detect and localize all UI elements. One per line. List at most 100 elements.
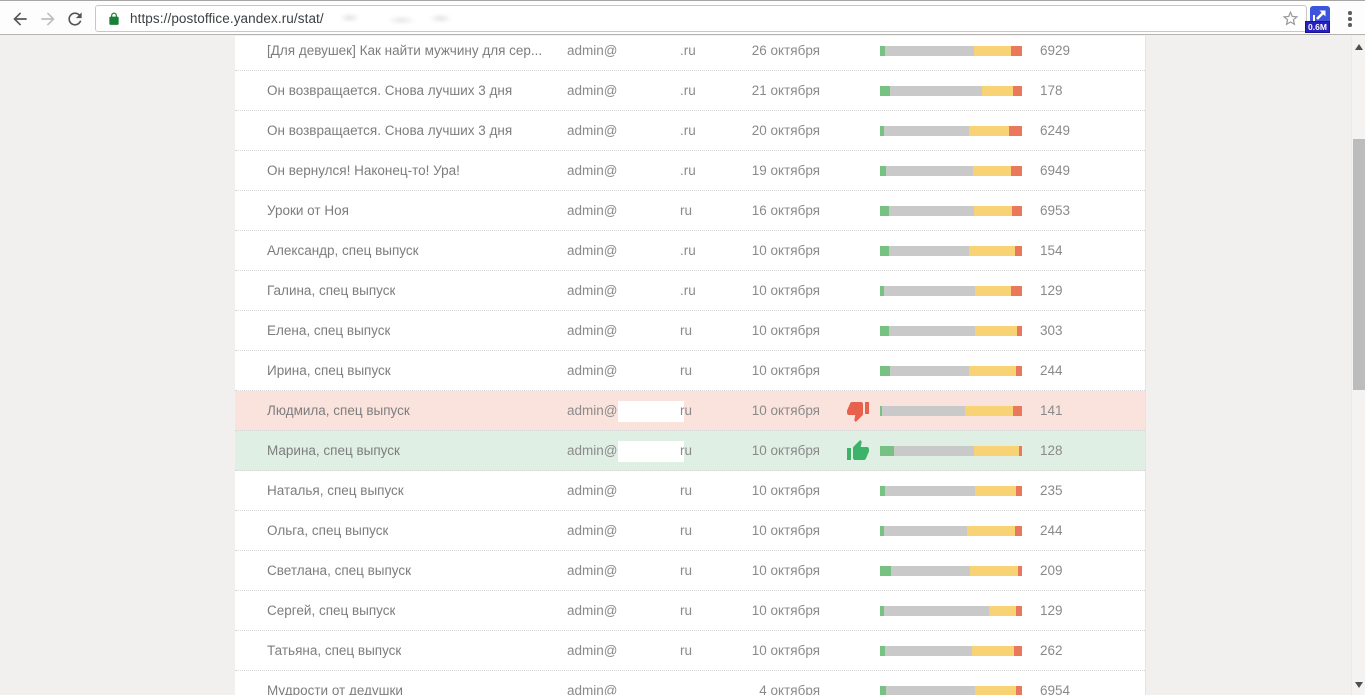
recipient-count: 262 <box>1040 643 1063 658</box>
sentiment-bar <box>880 526 1022 536</box>
thumbs-down-icon[interactable] <box>846 399 870 423</box>
scroll-down-icon[interactable] <box>1355 682 1363 688</box>
table-row[interactable]: Ольга, спец выпуск admin@ ru 10 октября … <box>235 511 1145 551</box>
send-date: 10 октября <box>705 363 820 378</box>
send-date: 10 октября <box>705 403 820 418</box>
bar-segment-green <box>880 446 894 456</box>
sentiment-bar <box>880 446 1022 456</box>
stats-panel: [Для девушек] Как найти мужчину для сер.… <box>235 36 1146 695</box>
sender-email: admin@ <box>567 323 617 338</box>
bar-segment-red <box>1015 526 1022 536</box>
recipient-count: 6954 <box>1040 683 1070 695</box>
bar-segment-gray <box>889 326 976 336</box>
campaign-title: Он возвращается. Снова лучших 3 дня <box>267 123 512 138</box>
forward-icon <box>38 9 58 29</box>
table-row[interactable]: Он вернулся! Наконец-то! Ура! admin@ .ru… <box>235 151 1145 191</box>
bar-segment-gray <box>890 366 970 376</box>
sender-email: admin@ <box>567 683 617 695</box>
browser-scrollbar[interactable] <box>1351 36 1365 695</box>
sender-email: admin@ <box>567 203 617 218</box>
campaign-title: Уроки от Ноя <box>267 203 349 218</box>
url-text: https://postoffice.yandex.ru/stat/ <box>130 11 324 26</box>
recipient-count: 6929 <box>1040 43 1070 58</box>
table-row[interactable]: Светлана, спец выпуск admin@ ru 10 октяб… <box>235 551 1145 591</box>
sender-email: admin@ <box>567 443 617 458</box>
browser-toolbar: https://postoffice.yandex.ru/stat/ 0.6M <box>0 0 1365 35</box>
sender-email: admin@ <box>567 83 617 98</box>
thumbs-up-icon[interactable] <box>846 439 870 463</box>
table-row[interactable]: Людмила, спец выпуск admin@ ru 10 октябр… <box>235 391 1145 431</box>
send-date: 4 октября <box>705 683 820 695</box>
bar-segment-gray <box>884 126 969 136</box>
bar-segment-red <box>1013 406 1022 416</box>
campaign-title: Сергей, спец выпуск <box>267 603 395 618</box>
send-date: 16 октября <box>705 203 820 218</box>
bar-segment-gray <box>894 446 974 456</box>
campaign-title: Он вернулся! Наконец-то! Ура! <box>267 163 460 178</box>
bar-segment-red <box>1018 566 1022 576</box>
table-row[interactable]: Он возвращается. Снова лучших 3 дня admi… <box>235 111 1145 151</box>
bar-segment-red <box>1015 246 1022 256</box>
bar-segment-red <box>1011 286 1022 296</box>
forward-button[interactable] <box>35 6 61 32</box>
table-row[interactable]: Елена, спец выпуск admin@ ru 10 октября … <box>235 311 1145 351</box>
lock-icon <box>107 12 121 26</box>
recipient-count: 129 <box>1040 603 1063 618</box>
sender-email: admin@ <box>567 243 617 258</box>
send-date: 10 октября <box>705 643 820 658</box>
scrollbar-thumb[interactable] <box>1353 139 1365 390</box>
bar-segment-red <box>1016 686 1022 695</box>
chrome-menu-button[interactable] <box>1338 6 1362 32</box>
table-row[interactable]: Марина, спец выпуск admin@ ru 10 октября… <box>235 431 1145 471</box>
bar-segment-red <box>1011 46 1022 56</box>
table-row[interactable]: [Для девушек] Как найти мужчину для сер.… <box>235 36 1145 71</box>
sentiment-bar <box>880 366 1022 376</box>
bar-segment-red <box>1012 206 1022 216</box>
table-row[interactable]: Уроки от Ноя admin@ ru 16 октября 6953 <box>235 191 1145 231</box>
bar-segment-yellow <box>975 486 1015 496</box>
address-bar[interactable]: https://postoffice.yandex.ru/stat/ <box>95 5 1307 32</box>
bookmark-star-button[interactable] <box>1279 8 1301 30</box>
recipient-count: 235 <box>1040 483 1063 498</box>
campaign-title: Ольга, спец выпуск <box>267 523 388 538</box>
reload-button[interactable] <box>62 6 88 32</box>
sender-email-tld: ru <box>680 323 692 338</box>
table-row[interactable]: Он возвращается. Снова лучших 3 дня admi… <box>235 71 1145 111</box>
sentiment-bar <box>880 686 1022 695</box>
sentiment-bar <box>880 166 1022 176</box>
bar-segment-red <box>1019 446 1022 456</box>
sender-email: admin@ <box>567 123 617 138</box>
sender-email-tld: ru <box>680 403 692 418</box>
table-row[interactable]: Сергей, спец выпуск admin@ ru 10 октября… <box>235 591 1145 631</box>
campaign-title: Наталья, спец выпуск <box>267 483 404 498</box>
table-row[interactable]: Александр, спец выпуск admin@ .ru 10 окт… <box>235 231 1145 271</box>
table-row[interactable]: Ирина, спец выпуск admin@ ru 10 октября … <box>235 351 1145 391</box>
bar-segment-green <box>880 206 889 216</box>
recipient-count: 6949 <box>1040 163 1070 178</box>
bar-segment-gray <box>886 686 975 695</box>
bar-segment-green <box>880 566 891 576</box>
sentiment-bar <box>880 206 1022 216</box>
table-row[interactable]: Наталья, спец выпуск admin@ ru 10 октябр… <box>235 471 1145 511</box>
recipient-count: 154 <box>1040 243 1063 258</box>
bar-segment-green <box>880 366 890 376</box>
sender-email-tld: ru <box>680 563 692 578</box>
sentiment-bar <box>880 566 1022 576</box>
table-row[interactable]: Галина, спец выпуск admin@ .ru 10 октябр… <box>235 271 1145 311</box>
back-button[interactable] <box>7 6 33 32</box>
campaign-title: Мудрости от дедушки <box>267 683 403 695</box>
send-date: 10 октября <box>705 323 820 338</box>
email-redaction-box <box>618 441 684 462</box>
email-redaction-box <box>618 401 684 422</box>
sender-email: admin@ <box>567 483 617 498</box>
scroll-up-icon[interactable] <box>1355 44 1363 50</box>
sender-email-tld: ru <box>680 443 692 458</box>
bar-segment-green <box>880 246 889 256</box>
sender-email: admin@ <box>567 603 617 618</box>
campaign-title: [Для девушек] Как найти мужчину для сер.… <box>267 43 542 58</box>
sender-email-tld: .ru <box>680 243 696 258</box>
bar-segment-yellow <box>982 86 1013 96</box>
campaign-title: Александр, спец выпуск <box>267 243 419 258</box>
table-row[interactable]: Татьяна, спец выпуск admin@ ru 10 октябр… <box>235 631 1145 671</box>
table-row[interactable]: Мудрости от дедушки admin@ 4 октября 695… <box>235 671 1145 695</box>
